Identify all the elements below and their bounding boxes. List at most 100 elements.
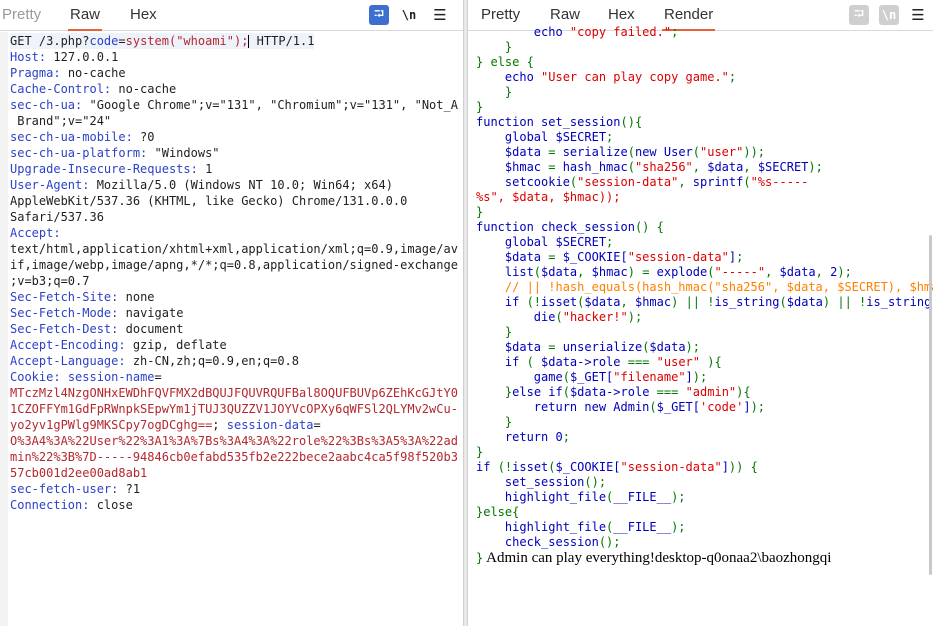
header-value: "Windows" xyxy=(147,146,220,160)
newline-toggle[interactable]: \n xyxy=(879,5,899,25)
punct-token: )) xyxy=(728,460,744,474)
punct-token: ); xyxy=(692,370,708,384)
header-colon: : xyxy=(53,66,61,80)
tab-raw[interactable]: Raw xyxy=(67,6,103,31)
render-view: echo "copy failed."; }} else { echo "Use… xyxy=(468,25,933,626)
request-tab-bar: Pretty Raw Hex ⮒ \n ☰ xyxy=(0,0,463,31)
punct-token: ); xyxy=(627,310,643,324)
header-name: sec-ch-ua-mobile xyxy=(10,130,126,144)
code-line: } xyxy=(476,40,513,54)
string-token: "session-data" xyxy=(627,250,729,264)
header-name: User-Agent xyxy=(10,178,83,192)
cookie-session-name-value: MTczMzl4NzgONHxEWDhFQVFMX2dBQUJFQUVRQUFB… xyxy=(10,386,458,400)
header-name: Accept-Encoding xyxy=(10,338,119,352)
code-line: if (!isset($data, $hmac) || !is_string($… xyxy=(476,295,933,310)
string-token: "admin" xyxy=(685,385,737,399)
response-pane: Pretty Raw Hex Render ⮒ \n ☰ echo "copy … xyxy=(468,0,933,626)
code-line: function check_session() { xyxy=(476,220,664,234)
punct-token: ; xyxy=(671,25,679,39)
punct-token: ( xyxy=(606,490,614,504)
header-name: Sec-Fetch-Site xyxy=(10,290,112,304)
code-line: list($data, $hmac) = explode("-----", $d… xyxy=(476,265,852,279)
menu-icon[interactable]: ☰ xyxy=(430,5,450,25)
header-name: Accept xyxy=(10,226,54,240)
punct-token: ; xyxy=(736,250,744,264)
punct-token: ( xyxy=(627,145,635,159)
punct-token: ( xyxy=(577,295,585,309)
header-name: sec-fetch-user xyxy=(10,482,112,496)
header-name: Sec-Fetch-Dest xyxy=(10,322,112,336)
code-line: $data = serialize(new User("user")); xyxy=(476,145,766,159)
header-value: zh-CN,zh;q=0.9,en;q=0.8 xyxy=(125,354,299,368)
code-line: echo "User can play copy game."; xyxy=(476,70,737,84)
header-line: Pragma: no-cache xyxy=(10,65,126,81)
header-value: Mozilla/5.0 (Windows NT 10.0; Win64; x64… xyxy=(89,178,393,192)
menu-icon[interactable]: ☰ xyxy=(908,5,928,25)
code-line: }else if($data->role === "admin"){ xyxy=(504,385,751,399)
punct-token: ); xyxy=(808,160,823,174)
string-token: "-----" xyxy=(714,265,766,279)
code-line: $data = unserialize($data); xyxy=(476,340,700,354)
cookie-header-line: Cookie: session-name= xyxy=(10,369,162,385)
string-token: "user" xyxy=(700,145,744,159)
punct-token: = xyxy=(548,340,556,354)
punct-token: , xyxy=(692,160,700,174)
punct-token: (); xyxy=(598,535,621,549)
cookie-equals: = xyxy=(154,370,162,384)
header-line: Connection: close xyxy=(10,497,133,513)
cookie-separator: ; xyxy=(212,418,227,432)
cookie-spacer xyxy=(61,370,68,384)
header-line: if,image/webp,image/apng,*/*;q=0.8,appli… xyxy=(10,257,458,273)
code-line: global $SECRET; xyxy=(476,130,614,144)
punct-token: , xyxy=(620,295,628,309)
string-token: "filename" xyxy=(613,370,686,384)
code-line: $data = $_COOKIE["session-data"]; xyxy=(476,250,744,264)
header-line: text/html,application/xhtml+xml,applicat… xyxy=(10,241,458,257)
string-token: "hacker!" xyxy=(562,310,628,324)
code-line: } xyxy=(476,445,484,459)
punct-token: ( xyxy=(743,175,751,189)
tab-pretty[interactable]: Pretty xyxy=(2,6,41,28)
header-name: sec-ch-ua xyxy=(10,98,76,112)
code-line: } xyxy=(476,85,513,99)
code-line: return 0; xyxy=(476,430,570,444)
tab-hex[interactable]: Hex xyxy=(130,6,157,28)
header-line: sec-ch-ua-platform: "Windows" xyxy=(10,145,220,161)
punct-token: = xyxy=(642,265,650,279)
code-line: function set_session(){ xyxy=(476,115,643,129)
header-name: Cookie xyxy=(10,370,54,384)
punct-token: ! xyxy=(707,295,715,309)
punct-token: } xyxy=(504,385,513,399)
newline-toggle[interactable]: \n xyxy=(399,5,419,25)
punct-token: ( xyxy=(606,520,614,534)
punct-token: ); xyxy=(671,520,686,534)
punct-token: ); xyxy=(750,400,766,414)
render-scrollbar[interactable] xyxy=(929,235,932,575)
punct-token: ) xyxy=(627,265,635,279)
punct-token: , xyxy=(765,265,773,279)
cookie-equals: = xyxy=(313,418,321,432)
punct-token: (! xyxy=(526,295,542,309)
code-line: echo "copy failed."; xyxy=(476,25,679,39)
cookie-session-name-value: 1CZOFFYm1GdFpRWnpkSEpwYm1jTUJ3QUZZV1JOYV… xyxy=(10,402,458,416)
request-editor[interactable]: GET /3.php?code=system("whoami"); HTTP/1… xyxy=(0,32,463,626)
header-line: User-Agent: Mozilla/5.0 (Windows NT 10.0… xyxy=(10,177,393,193)
punct-token: () xyxy=(634,220,650,234)
wrap-lines-icon[interactable]: ⮒ xyxy=(849,5,869,25)
header-line: sec-ch-ua: "Google Chrome";v="131", "Chr… xyxy=(10,97,458,113)
header-value: no-cache xyxy=(111,82,177,96)
code-line: } xyxy=(476,100,484,114)
punct-token: ); xyxy=(685,340,700,354)
cookie-value-line: yo2yv1gPWlg9MKSCpy7ogDCghg==; session-da… xyxy=(10,417,321,433)
header-line: Safari/537.36 xyxy=(10,209,104,225)
code-line: } xyxy=(476,325,513,339)
punct-token: ( xyxy=(562,370,570,384)
punct-token: ; xyxy=(728,70,737,84)
cookie-session-data-key: session-data xyxy=(226,418,314,432)
punct-token: (); xyxy=(584,475,607,489)
wrap-lines-icon[interactable]: ⮒ xyxy=(369,5,389,25)
string-token: 'code' xyxy=(699,400,744,414)
punct-token: ( xyxy=(562,385,570,399)
editor-gutter xyxy=(0,32,8,626)
code-line: %s", $data, $hmac)); xyxy=(476,190,621,204)
